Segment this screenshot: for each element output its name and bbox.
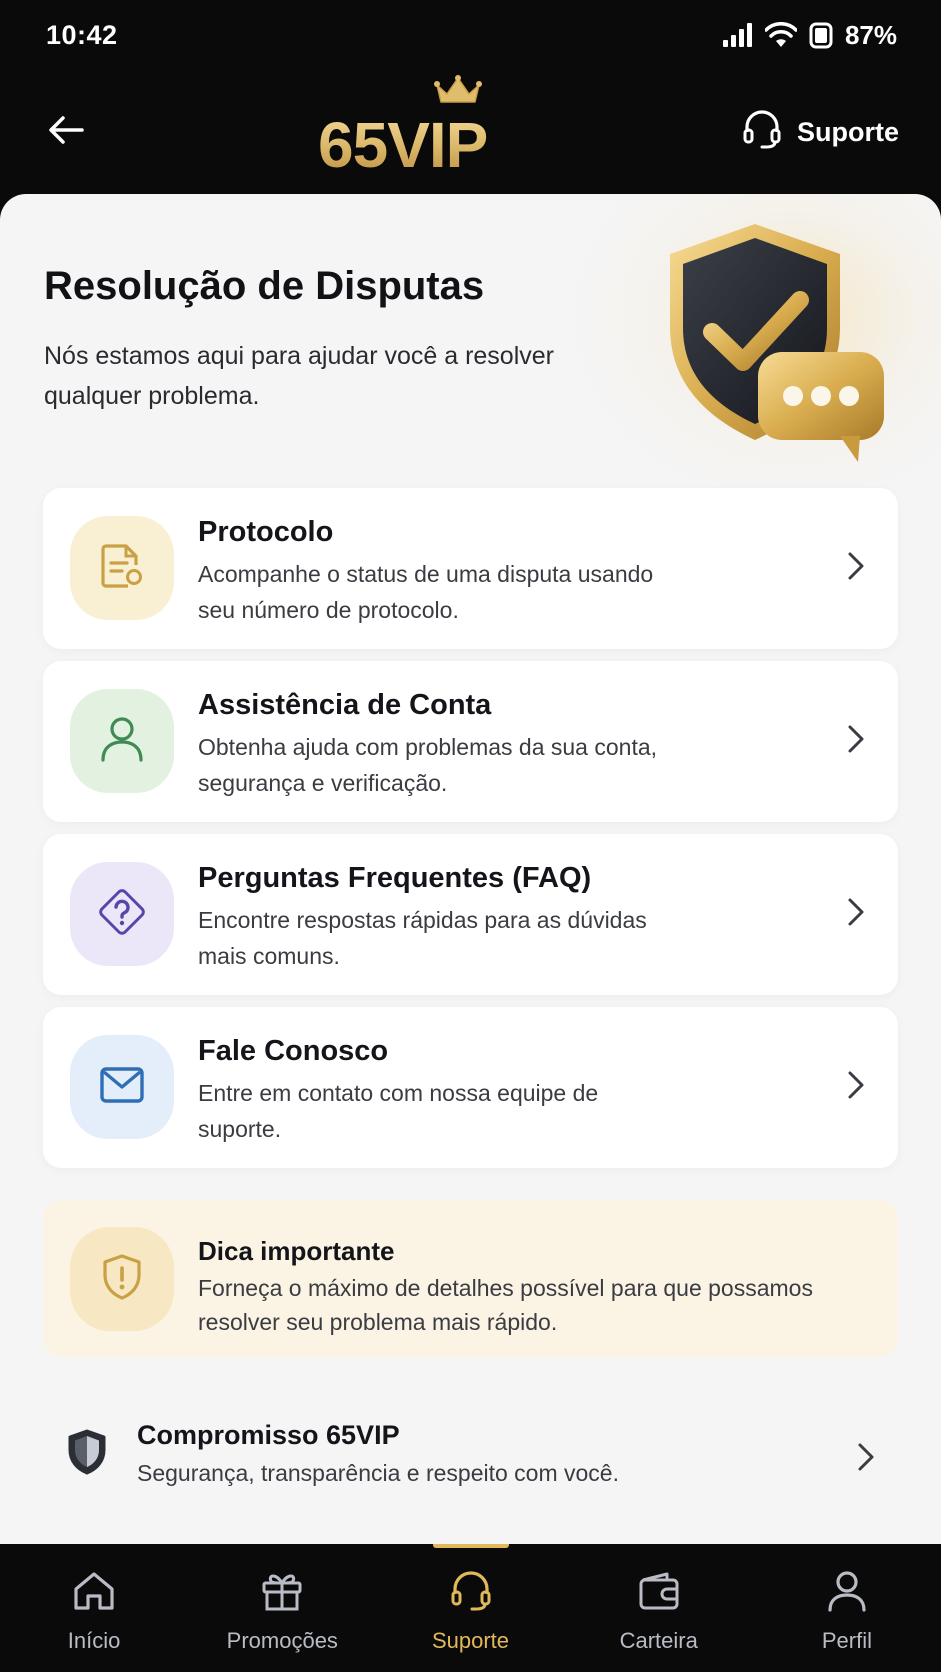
- page-title: Resolução de Disputas: [44, 264, 485, 308]
- chevron-right-icon: [856, 1442, 876, 1477]
- mail-icon: [99, 1066, 145, 1109]
- battery-icon: [809, 21, 833, 49]
- icon-bubble: [70, 1035, 174, 1139]
- gift-icon: [260, 1570, 304, 1618]
- user-icon: [100, 716, 144, 767]
- option-card-faq[interactable]: Perguntas Frequentes (FAQ) Encontre resp…: [43, 834, 898, 995]
- chevron-right-icon: [846, 724, 866, 759]
- nav-item-perfil[interactable]: Perfil: [753, 1544, 941, 1672]
- shield-icon: [65, 1428, 109, 1481]
- nav-label: Perfil: [821, 1628, 872, 1653]
- chevron-right-icon: [846, 897, 866, 932]
- support-button[interactable]: Suporte: [741, 108, 899, 157]
- icon-bubble: [70, 689, 174, 793]
- app-header: 65VIP Suporte: [0, 70, 941, 195]
- chevron-right-icon: [846, 1070, 866, 1105]
- bottom-navigation: Início Promoções Suporte Carteira Perfil: [0, 1544, 941, 1672]
- status-time: 10:42: [46, 19, 118, 50]
- headset-icon: [741, 108, 783, 157]
- nav-item-promocoes[interactable]: Promoções: [188, 1544, 376, 1672]
- option-card-account-assistance[interactable]: Assistência de Conta Obtenha ajuda com p…: [43, 661, 898, 822]
- status-icons: 87%: [722, 19, 897, 51]
- option-description: Obtenha ajuda com problemas da sua conta…: [198, 734, 658, 796]
- option-title: Perguntas Frequentes (FAQ): [198, 862, 592, 894]
- option-title: Fale Conosco: [198, 1035, 389, 1067]
- nav-item-suporte[interactable]: Suporte: [376, 1544, 564, 1672]
- option-card-contact[interactable]: Fale Conosco Entre em contato com nossa …: [43, 1007, 898, 1168]
- back-arrow-icon: [48, 115, 84, 150]
- profile-icon: [825, 1570, 869, 1618]
- crown-icon: [434, 75, 482, 110]
- icon-bubble: [70, 1227, 174, 1331]
- important-tip: Dica importante Forneça o máximo de deta…: [43, 1200, 898, 1357]
- main-content: Resolução de Disputas Nós estamos aqui p…: [0, 194, 941, 1544]
- tip-title: Dica importante: [198, 1236, 395, 1266]
- wallet-icon: [637, 1570, 681, 1618]
- nav-item-carteira[interactable]: Carteira: [565, 1544, 753, 1672]
- home-icon: [72, 1570, 116, 1618]
- page-subtitle: Nós estamos aqui para ajudar você a reso…: [44, 342, 554, 410]
- battery-percent: 87%: [844, 19, 897, 50]
- icon-bubble: [70, 862, 174, 966]
- nav-label: Promoções: [226, 1628, 338, 1653]
- nav-label: Carteira: [619, 1628, 698, 1653]
- shield-alert-icon: [101, 1253, 143, 1306]
- status-bar: 10:42 87%: [0, 0, 941, 70]
- commitment-title: Compromisso 65VIP: [137, 1420, 400, 1450]
- option-title: Protocolo: [198, 516, 334, 548]
- option-description: Encontre respostas rápidas para as dúvid…: [198, 907, 647, 969]
- commitment-description: Segurança, transparência e respeito com …: [137, 1460, 619, 1486]
- shield-check-chat-illustration: [650, 222, 900, 472]
- chevron-right-icon: [846, 551, 866, 586]
- support-label: Suporte: [796, 117, 899, 147]
- commitment-row[interactable]: Compromisso 65VIP Segurança, transparênc…: [43, 1404, 898, 1514]
- back-button[interactable]: [44, 111, 88, 155]
- nav-item-inicio[interactable]: Início: [0, 1544, 188, 1672]
- logo-text: 65VIP: [318, 108, 488, 181]
- option-card-protocolo[interactable]: Protocolo Acompanhe o status de uma disp…: [43, 488, 898, 649]
- nav-label: Início: [67, 1628, 121, 1653]
- option-description: Entre em contato com nossa equipe de sup…: [198, 1080, 599, 1142]
- headset-icon: [449, 1570, 493, 1618]
- nav-label: Suporte: [431, 1628, 510, 1653]
- wifi-icon: [764, 22, 797, 48]
- signal-icon: [722, 23, 753, 47]
- tip-description: Forneça o máximo de detalhes possível pa…: [198, 1275, 813, 1335]
- document-search-icon: [100, 543, 144, 594]
- option-title: Assistência de Conta: [198, 689, 492, 721]
- brand-logo: 65VIP: [318, 70, 488, 195]
- icon-bubble: [70, 516, 174, 620]
- question-icon: [99, 888, 145, 940]
- option-description: Acompanhe o status de uma disputa usando…: [198, 561, 654, 623]
